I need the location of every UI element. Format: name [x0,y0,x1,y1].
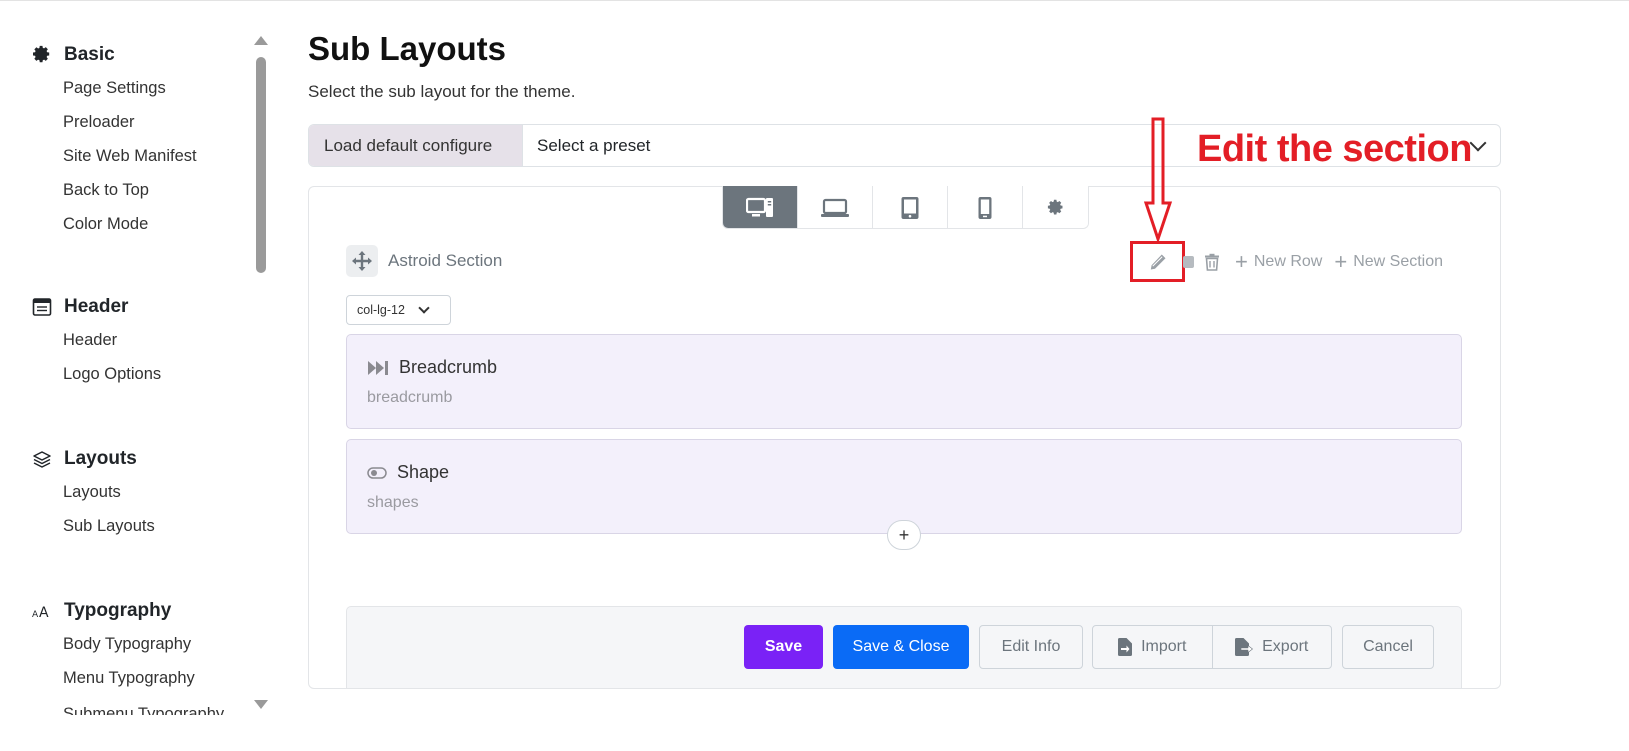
svg-text:A: A [32,610,39,620]
device-desktop-button[interactable] [723,186,798,228]
save-close-button[interactable]: Save & Close [833,625,969,669]
sidebar-group-basic: Basic Page Settings Preloader Site Web M… [32,43,197,247]
sidebar-group-layouts: Layouts Layouts Sub Layouts [32,447,155,549]
sidebar-group-typography: AA Typography Body Typography Menu Typog… [32,599,224,715]
sidebar-group-typography-header[interactable]: AA Typography [32,599,224,623]
sidebar-item-preloader[interactable]: Preloader [63,111,197,145]
desktop-icon [746,197,774,219]
sidebar-item-sub-layouts[interactable]: Sub Layouts [63,515,155,549]
export-label: Export [1262,638,1309,655]
sidebar-item-color-mode[interactable]: Color Mode [63,213,197,247]
edit-info-button[interactable]: Edit Info [979,625,1083,669]
layers-icon [32,449,52,469]
new-section-button[interactable]: + New Section [1334,248,1444,274]
sidebar-group-title: Typography [64,600,172,621]
file-import-icon [1118,638,1133,656]
sidebar-group-title: Layouts [64,448,137,469]
new-row-label: New Row [1253,252,1323,270]
edit-section-button[interactable] [1130,241,1185,282]
device-switcher [722,186,1089,229]
plus-icon: + [1334,248,1348,274]
forward-step-icon [367,360,389,376]
scroll-down-arrow-icon[interactable] [254,700,268,709]
sidebar-item-logo-options[interactable]: Logo Options [63,363,161,397]
sidebar-group-layouts-header[interactable]: Layouts [32,447,155,471]
file-export-icon [1235,638,1254,656]
preset-label: Load default configure [309,125,523,166]
chevron-down-icon [418,302,430,314]
sidebar-item-submenu-typography[interactable]: Submenu Typography [63,701,224,715]
sidebar-item-site-web-manifest[interactable]: Site Web Manifest [63,145,197,179]
sidebar-group-title: Header [64,296,129,317]
gear-icon [1047,199,1065,217]
sidebar-group-header: Header Header Logo Options [32,295,161,397]
chevron-down-icon [1469,134,1487,152]
toggle-icon [367,466,387,480]
device-mobile-button[interactable] [948,186,1023,228]
sidebar-item-body-typography[interactable]: Body Typography [63,633,224,667]
new-row-button[interactable]: + New Row [1235,248,1323,274]
annotation-label: Edit the section [1197,128,1472,170]
pencil-icon [1149,253,1167,271]
import-label: Import [1141,638,1187,655]
column-width-value: col-lg-12 [357,303,405,317]
sidebar-item-layouts[interactable]: Layouts [63,481,155,515]
preset-placeholder: Select a preset [537,135,651,155]
tablet-icon [900,196,920,220]
scroll-up-arrow-icon[interactable] [254,36,268,45]
export-button[interactable]: Export [1213,626,1332,668]
element-type: shapes [367,494,419,511]
sidebar-item-header[interactable]: Header [63,329,161,363]
move-arrows-icon [352,251,372,271]
header-layout-icon [32,297,52,317]
copy-icon [1183,253,1197,271]
font-size-icon: AA [32,601,52,621]
device-laptop-button[interactable] [798,186,873,228]
laptop-icon [820,197,850,219]
device-settings-button[interactable] [1023,186,1088,228]
add-element-button[interactable]: + [887,520,921,550]
new-section-label: New Section [1353,252,1444,270]
section-name: Astroid Section [388,251,503,270]
mobile-icon [977,196,993,220]
svg-text:A: A [39,605,49,621]
element-title: Breadcrumb [399,357,498,377]
sidebar-item-page-settings[interactable]: Page Settings [63,77,197,111]
sidebar-group-basic-header[interactable]: Basic [32,43,197,67]
sidebar: Basic Page Settings Preloader Site Web M… [0,0,250,751]
page-subtitle: Select the sub layout for the theme. [308,82,576,101]
import-export-group: Import Export [1092,625,1332,669]
annotation-arrow [1143,117,1173,243]
element-card-breadcrumb[interactable]: Breadcrumb breadcrumb [346,334,1462,429]
section-header: Astroid Section [346,245,502,277]
element-type: breadcrumb [367,389,453,406]
sidebar-group-header-header[interactable]: Header [32,295,161,319]
sidebar-scroll-thumb[interactable] [256,57,266,273]
import-button[interactable]: Import [1093,626,1213,668]
trash-icon [1204,253,1220,271]
duplicate-section-button[interactable] [1183,253,1197,271]
sidebar-item-menu-typography[interactable]: Menu Typography [63,667,224,701]
save-button[interactable]: Save [744,625,823,669]
column-width-select[interactable]: col-lg-12 [346,295,451,325]
page-title: Sub Layouts [308,30,507,67]
sidebar-item-back-to-top[interactable]: Back to Top [63,179,197,213]
gear-icon [32,45,52,65]
sidebar-group-title: Basic [64,44,115,65]
plus-icon: + [898,524,910,545]
element-title: Shape [397,462,450,482]
move-handle[interactable] [346,245,378,277]
plus-icon: + [1235,248,1248,274]
device-tablet-button[interactable] [873,186,948,228]
section-toolbar: + New Row + New Section [1130,241,1443,282]
delete-section-button[interactable] [1197,253,1227,271]
cancel-button[interactable]: Cancel [1342,625,1434,669]
